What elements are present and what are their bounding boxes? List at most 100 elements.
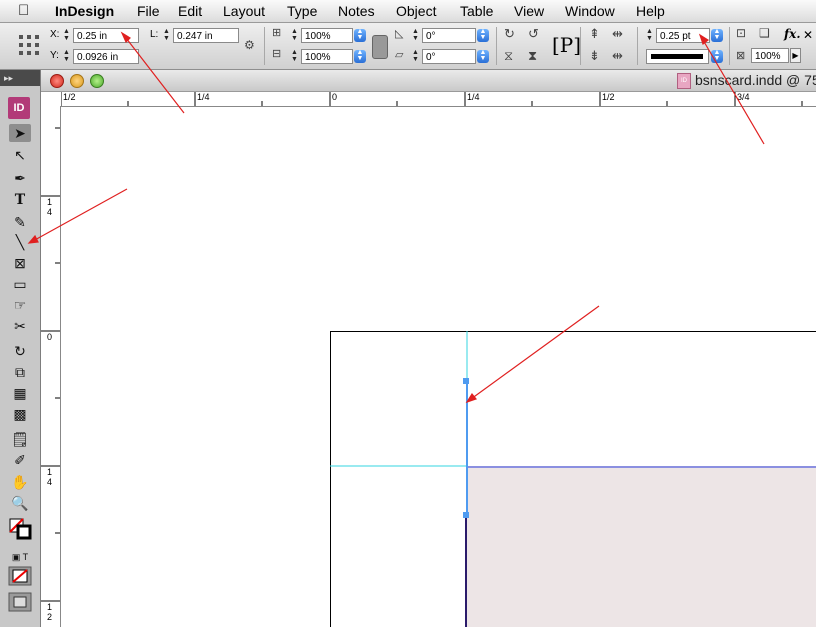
select-previous-icon[interactable]: ⇹ bbox=[612, 26, 623, 42]
rotate-dropdown[interactable]: ▲ ▼ bbox=[477, 28, 489, 42]
select-container-icon[interactable]: ⇞ bbox=[589, 26, 600, 42]
indesign-logo: ID bbox=[8, 97, 30, 119]
horizontal-ruler[interactable]: 1/2 1/4 0 1/4 1/2 3/4 bbox=[61, 92, 816, 107]
pen-tool-icon[interactable]: ✒ bbox=[9, 169, 31, 187]
separator bbox=[637, 27, 638, 65]
formatting-icon[interactable]: ▣ T bbox=[9, 548, 31, 566]
scale-tool-icon[interactable]: ⧉ bbox=[9, 363, 31, 381]
fill-stroke-icon[interactable] bbox=[8, 517, 34, 541]
menu-help[interactable]: Help bbox=[636, 3, 665, 19]
menu-object[interactable]: Object bbox=[396, 3, 436, 19]
scale-x-stepper[interactable]: ▲ ▼ bbox=[289, 28, 300, 43]
shear-icon: ▱ bbox=[395, 49, 404, 61]
menu-app-name[interactable]: InDesign bbox=[55, 3, 114, 19]
l-label: L: bbox=[150, 29, 159, 40]
shear-field[interactable]: 0° bbox=[422, 49, 476, 64]
gradient-tool-icon[interactable]: ▦ bbox=[9, 384, 31, 402]
x-stepper[interactable]: ▲ ▼ bbox=[61, 28, 72, 43]
line-start-handle bbox=[463, 378, 469, 384]
scale-x-dropdown[interactable]: ▲ ▼ bbox=[354, 28, 366, 42]
tools-panel: ▸▸ ID ➤ ↖ ✒ T ✎ ╲ ⊠ ▭ ☞ ✂ ↻ ⧉ ▦ ▩ 🗒 ✐ ✋ … bbox=[0, 70, 41, 627]
menu-file[interactable]: File bbox=[137, 3, 160, 19]
rotate-ccw-icon[interactable]: ↺ bbox=[528, 26, 539, 42]
scale-x-icon: ⊞ bbox=[272, 27, 282, 39]
scale-x-field[interactable]: 100% bbox=[301, 28, 353, 43]
select-next-icon[interactable]: ⇹ bbox=[612, 48, 623, 64]
stroke-type-dropdown[interactable] bbox=[646, 49, 709, 64]
rotate-cw-icon[interactable]: ↻ bbox=[504, 26, 515, 42]
scale-y-icon: ⊟ bbox=[272, 48, 282, 60]
scale-y-field[interactable]: 100% bbox=[301, 49, 353, 64]
zoom-tool-icon[interactable]: 🔍 bbox=[9, 494, 31, 512]
rectangle-frame-tool-icon[interactable]: ⊠ bbox=[9, 254, 31, 272]
h-ruler-label: 0 bbox=[332, 92, 338, 102]
apple-icon[interactable]:  bbox=[18, 2, 29, 19]
stroke-type-swatch bbox=[651, 54, 703, 59]
rotate-stepper[interactable]: ▲ ▼ bbox=[410, 28, 421, 43]
free-transform-tool-icon[interactable]: ↻ bbox=[9, 342, 31, 360]
minimize-window-icon[interactable] bbox=[70, 74, 84, 88]
pencil-tool-icon[interactable]: ✎ bbox=[9, 213, 31, 231]
button-tool-icon[interactable]: ☞ bbox=[9, 296, 31, 314]
close-window-icon[interactable] bbox=[50, 74, 64, 88]
scissors-tool-icon[interactable]: ✂ bbox=[9, 317, 31, 335]
v-ruler-label: 12 bbox=[47, 602, 53, 622]
menu-table[interactable]: Table bbox=[460, 3, 493, 19]
shear-dropdown[interactable]: ▲ ▼ bbox=[477, 49, 489, 63]
menu-layout[interactable]: Layout bbox=[223, 3, 265, 19]
rotate-field[interactable]: 0° bbox=[422, 28, 476, 43]
flip-vertical-icon[interactable]: ⧗ bbox=[528, 48, 537, 64]
scale-y-dropdown[interactable]: ▲ ▼ bbox=[354, 49, 366, 63]
constrain-proportions-icon[interactable] bbox=[372, 35, 388, 59]
reference-p-icon[interactable]: [P] bbox=[552, 33, 581, 57]
opacity-arrow-icon[interactable]: ▶ bbox=[790, 48, 801, 63]
stroke-weight-field[interactable]: 0.25 pt bbox=[656, 28, 710, 43]
opacity-field[interactable]: 100% bbox=[751, 48, 789, 63]
l-field[interactable]: 0.247 in bbox=[173, 28, 239, 43]
line-tool-icon[interactable]: ╲ bbox=[9, 233, 31, 251]
menu-view[interactable]: View bbox=[514, 3, 544, 19]
l-stepper[interactable]: ▲ ▼ bbox=[161, 28, 172, 43]
x-field[interactable]: 0.25 in bbox=[73, 28, 139, 43]
stroke-weight-dropdown[interactable]: ▲ ▼ bbox=[711, 28, 723, 42]
direct-selection-tool-icon[interactable]: ↖ bbox=[9, 146, 31, 164]
eyedropper-tool-icon[interactable]: ✐ bbox=[9, 451, 31, 469]
select-content-icon[interactable]: ⇟ bbox=[589, 48, 600, 64]
drop-shadow-icon[interactable]: ❑ bbox=[759, 26, 770, 40]
horizontal-ruler-ticks bbox=[61, 92, 803, 106]
flip-horizontal-icon[interactable]: ⧖ bbox=[504, 48, 513, 64]
vertical-ruler[interactable]: 14 0 14 12 bbox=[41, 106, 61, 627]
colored-frame bbox=[467, 467, 816, 627]
effects-label[interactable]: fx. bbox=[784, 27, 801, 41]
menu-notes[interactable]: Notes bbox=[338, 3, 375, 19]
zoom-window-icon[interactable] bbox=[90, 74, 104, 88]
separator bbox=[264, 27, 265, 65]
screen-mode-icon[interactable] bbox=[8, 592, 32, 612]
selection-tool-icon[interactable]: ➤ bbox=[9, 124, 31, 142]
menu-window[interactable]: Window bbox=[565, 3, 615, 19]
gradient-feather-tool-icon[interactable]: ▩ bbox=[9, 405, 31, 423]
stroke-type-arrow[interactable]: ▲ ▼ bbox=[711, 49, 723, 63]
stroke-weight-stepper[interactable]: ▲ ▼ bbox=[644, 28, 655, 43]
rectangle-tool-icon[interactable]: ▭ bbox=[9, 275, 31, 293]
rotate-icon: ◺ bbox=[395, 28, 404, 40]
ruler-origin[interactable] bbox=[41, 92, 62, 107]
menu-type[interactable]: Type bbox=[287, 3, 317, 19]
reference-point-icon[interactable] bbox=[19, 35, 39, 55]
v-ruler-label: 14 bbox=[47, 197, 53, 217]
v-ruler-label: 0 bbox=[47, 332, 53, 342]
menu-edit[interactable]: Edit bbox=[178, 3, 202, 19]
tools-panel-header[interactable]: ▸▸ bbox=[0, 70, 40, 86]
document-canvas[interactable] bbox=[61, 107, 816, 627]
type-tool-icon[interactable]: T bbox=[9, 191, 31, 209]
y-field[interactable]: 0.0926 in bbox=[73, 49, 139, 64]
note-tool-icon[interactable]: 🗒 bbox=[9, 430, 31, 448]
apply-none-icon[interactable] bbox=[8, 566, 32, 586]
hand-tool-icon[interactable]: ✋ bbox=[9, 473, 31, 491]
y-stepper[interactable]: ▲ ▼ bbox=[61, 49, 72, 64]
scale-y-stepper[interactable]: ▲ ▼ bbox=[289, 49, 300, 64]
shear-stepper[interactable]: ▲ ▼ bbox=[410, 49, 421, 64]
fit-content-icon[interactable]: ⊡ bbox=[736, 26, 746, 40]
constrain-icon[interactable]: ⚙ bbox=[244, 38, 255, 52]
clear-effects-icon[interactable]: ✕ bbox=[803, 28, 813, 42]
